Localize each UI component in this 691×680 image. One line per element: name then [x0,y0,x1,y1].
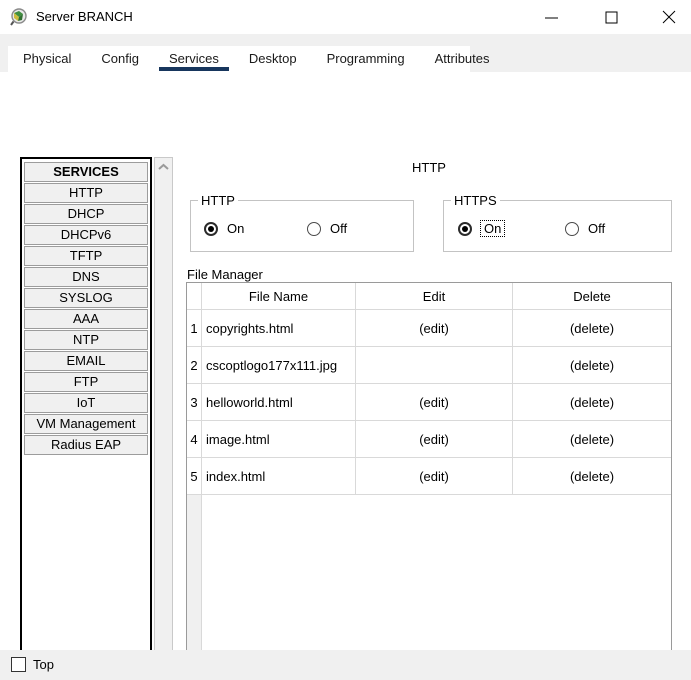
row-number: 3 [187,384,202,420]
packet-tracer-icon [10,8,29,27]
maximize-button[interactable] [588,0,634,34]
column-header-delete: Delete [513,283,671,309]
row-number: 2 [187,347,202,383]
server-window: Server BRANCH Physical Config Services D… [0,0,691,680]
table-row: 3 helloworld.html (edit) (delete) [187,384,671,421]
top-checkbox-label[interactable]: Top [33,650,54,680]
file-name-cell[interactable]: helloworld.html [202,384,356,420]
sidebar-item-email[interactable]: EMAIL [24,351,148,371]
https-off-radio[interactable] [565,222,579,236]
tab-services-label: Services [169,51,219,66]
row-number-header [187,283,202,309]
delete-link[interactable]: (delete) [513,310,671,346]
sidebar-item-tftp[interactable]: TFTP [24,246,148,266]
close-button[interactable] [646,0,691,34]
title-bar: Server BRANCH [0,0,691,34]
http-off-radio[interactable] [307,222,321,236]
file-name-cell[interactable]: cscoptlogo177x111.jpg [202,347,356,383]
file-name-cell[interactable]: image.html [202,421,356,457]
sidebar-item-syslog[interactable]: SYSLOG [24,288,148,308]
tab-physical[interactable]: Physical [8,46,86,72]
http-on-radio[interactable] [204,222,218,236]
tab-attributes[interactable]: Attributes [420,46,505,72]
page-title: HTTP [186,160,672,175]
row-number: 4 [187,421,202,457]
chevron-up-icon[interactable] [158,163,169,171]
sidebar-item-iot[interactable]: IoT [24,393,148,413]
edit-link[interactable]: (edit) [356,310,513,346]
sidebar-item-aaa[interactable]: AAA [24,309,148,329]
sidebar-scrollbar[interactable] [154,157,173,680]
delete-link[interactable]: (delete) [513,347,671,383]
maximize-icon [605,11,618,24]
sidebar-item-http[interactable]: HTTP [24,183,148,203]
delete-link[interactable]: (delete) [513,458,671,494]
table-row: 4 image.html (edit) (delete) [187,421,671,458]
sidebar-item-dhcp[interactable]: DHCP [24,204,148,224]
https-group-title: HTTPS [451,193,500,208]
sidebar-item-services-header[interactable]: SERVICES [24,162,148,182]
minimize-icon [545,11,558,24]
sidebar-item-vm-management[interactable]: VM Management [24,414,148,434]
sidebar-item-dhcpv6[interactable]: DHCPv6 [24,225,148,245]
table-header-row: File Name Edit Delete [187,283,671,310]
delete-link[interactable]: (delete) [513,384,671,420]
table-row: 2 cscoptlogo177x111.jpg (delete) [187,347,671,384]
sidebar-item-ntp[interactable]: NTP [24,330,148,350]
file-name-cell[interactable]: copyrights.html [202,310,356,346]
tab-bar: Physical Config Services Desktop Program… [8,46,470,72]
sidebar-item-dns[interactable]: DNS [24,267,148,287]
table-row: 1 copyrights.html (edit) (delete) [187,310,671,347]
selected-tab-underline [159,67,229,71]
services-panel: SERVICES HTTP DHCP DHCPv6 TFTP DNS SYSLO… [0,72,691,650]
https-on-radio[interactable] [458,222,472,236]
edit-link[interactable]: (edit) [356,384,513,420]
tab-services[interactable]: Services [154,46,234,72]
https-on-label[interactable]: On [481,221,504,236]
column-header-file-name: File Name [202,283,356,309]
sidebar-item-ftp[interactable]: FTP [24,372,148,392]
top-checkbox[interactable] [11,657,26,672]
tab-programming[interactable]: Programming [312,46,420,72]
table-row: 5 index.html (edit) (delete) [187,458,671,495]
services-sidebar: SERVICES HTTP DHCP DHCPv6 TFTP DNS SYSLO… [20,157,152,680]
https-off-label[interactable]: Off [588,221,605,236]
edit-link[interactable]: (edit) [356,458,513,494]
file-manager-table: File Name Edit Delete 1 copyrights.html … [186,282,672,664]
row-number: 1 [187,310,202,346]
row-number: 5 [187,458,202,494]
http-on-label[interactable]: On [227,221,244,236]
row-number-gutter [187,495,202,663]
https-group-box: HTTPS On Off [443,200,672,252]
http-off-label[interactable]: Off [330,221,347,236]
minimize-button[interactable] [528,0,574,34]
http-group-title: HTTP [198,193,238,208]
http-radio-row: On Off [191,215,413,245]
sidebar-item-radius-eap[interactable]: Radius EAP [24,435,148,455]
footer-bar: Top [0,650,691,680]
file-name-cell[interactable]: index.html [202,458,356,494]
edit-link[interactable]: (edit) [356,421,513,457]
tab-desktop[interactable]: Desktop [234,46,312,72]
http-group-box: HTTP On Off [190,200,414,252]
file-manager-label: File Manager [187,267,263,282]
close-icon [662,10,676,24]
table-empty-area [187,495,671,663]
window-title: Server BRANCH [36,0,133,34]
tab-config[interactable]: Config [86,46,154,72]
delete-link[interactable]: (delete) [513,421,671,457]
edit-link [356,347,513,383]
https-radio-row: On Off [444,215,671,245]
column-header-edit: Edit [356,283,513,309]
